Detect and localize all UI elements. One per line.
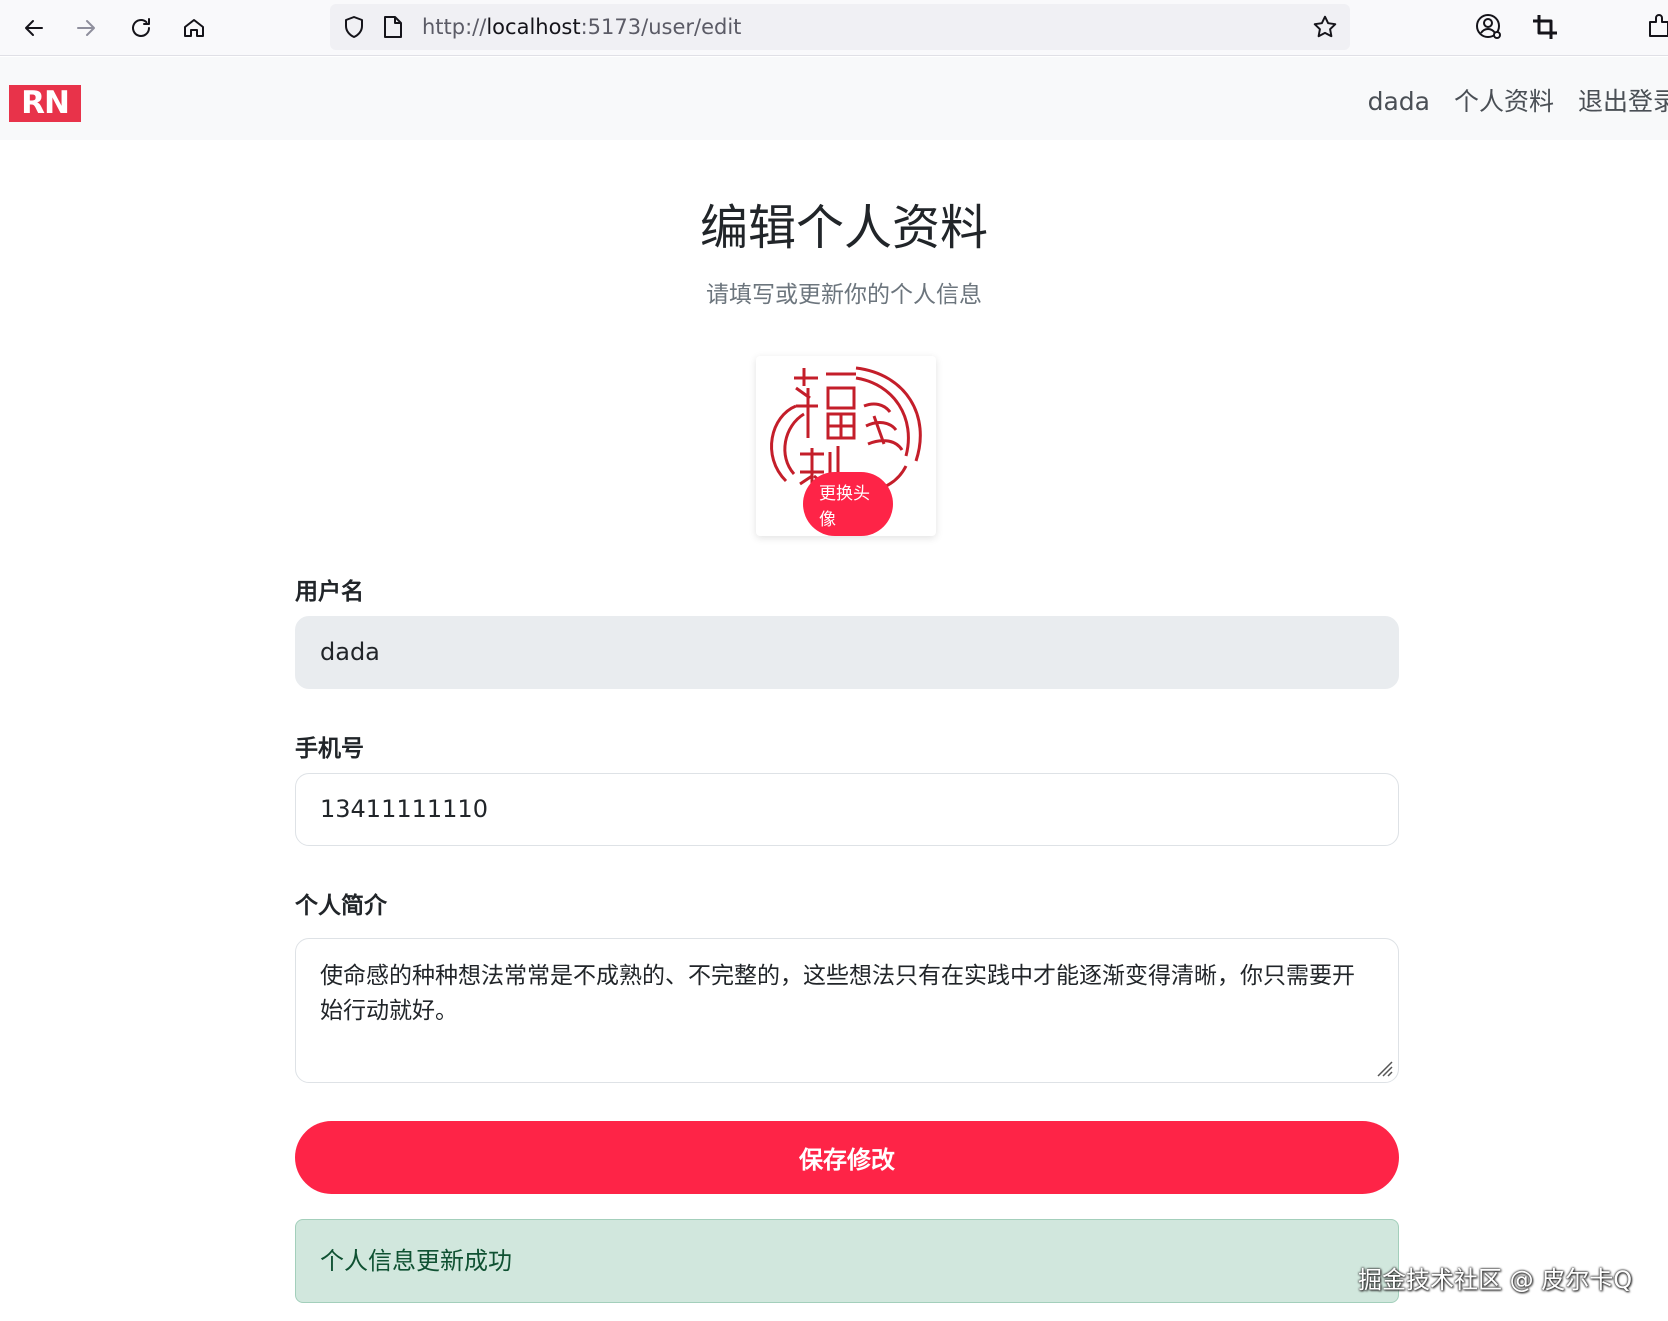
reload-icon[interactable]: [121, 8, 161, 48]
bio-textarea[interactable]: 使命感的种种想法常常是不成熟的、不完整的，这些想法只有在实践中才能逐渐变得清晰，…: [295, 938, 1399, 1083]
nav-username[interactable]: dada: [1368, 85, 1430, 119]
url-scheme: http://: [422, 15, 487, 39]
change-avatar-button[interactable]: 更换头像: [803, 472, 893, 536]
back-arrow-icon[interactable]: [14, 8, 54, 48]
address-bar[interactable]: http://localhost:5173/user/edit: [330, 4, 1350, 50]
resize-grip-icon[interactable]: [1374, 1058, 1394, 1078]
username-label: 用户名: [295, 579, 364, 605]
url-host: localhost: [486, 15, 581, 39]
logo[interactable]: RN: [9, 85, 81, 122]
nav-links: dada 个人资料 退出登录: [1368, 85, 1668, 119]
shield-icon[interactable]: [342, 15, 366, 39]
nav-logout-link[interactable]: 退出登录: [1578, 85, 1668, 119]
url-path: :5173/user/edit: [580, 15, 742, 39]
success-alert: 个人信息更新成功: [295, 1219, 1399, 1303]
page-subtitle: 请填写或更新你的个人信息: [706, 282, 982, 308]
bookmark-star-icon[interactable]: [1312, 14, 1338, 40]
account-icon[interactable]: [1474, 12, 1504, 42]
crop-icon[interactable]: [1530, 12, 1560, 42]
browser-toolbar: http://localhost:5173/user/edit: [0, 0, 1668, 56]
url-text[interactable]: http://localhost:5173/user/edit: [422, 15, 741, 39]
forward-arrow-icon[interactable]: [66, 8, 106, 48]
save-button[interactable]: 保存修改: [295, 1121, 1399, 1194]
extensions-icon[interactable]: [1645, 12, 1668, 42]
bio-label: 个人简介: [295, 893, 387, 919]
nav-profile-link[interactable]: 个人资料: [1454, 85, 1554, 119]
bio-text: 使命感的种种想法常常是不成熟的、不完整的，这些想法只有在实践中才能逐渐变得清晰，…: [320, 963, 1355, 1024]
phone-field[interactable]: 13411111110: [295, 773, 1399, 846]
username-field: dada: [295, 616, 1399, 689]
page-info-icon[interactable]: [382, 15, 404, 39]
app-navbar: RN dada 个人资料 退出登录: [0, 57, 1668, 140]
page-title: 编辑个人资料: [699, 200, 988, 256]
watermark: 掘金技术社区 @ 皮尔卡Q: [1358, 1266, 1633, 1294]
home-icon[interactable]: [174, 8, 214, 48]
phone-label: 手机号: [295, 736, 364, 762]
